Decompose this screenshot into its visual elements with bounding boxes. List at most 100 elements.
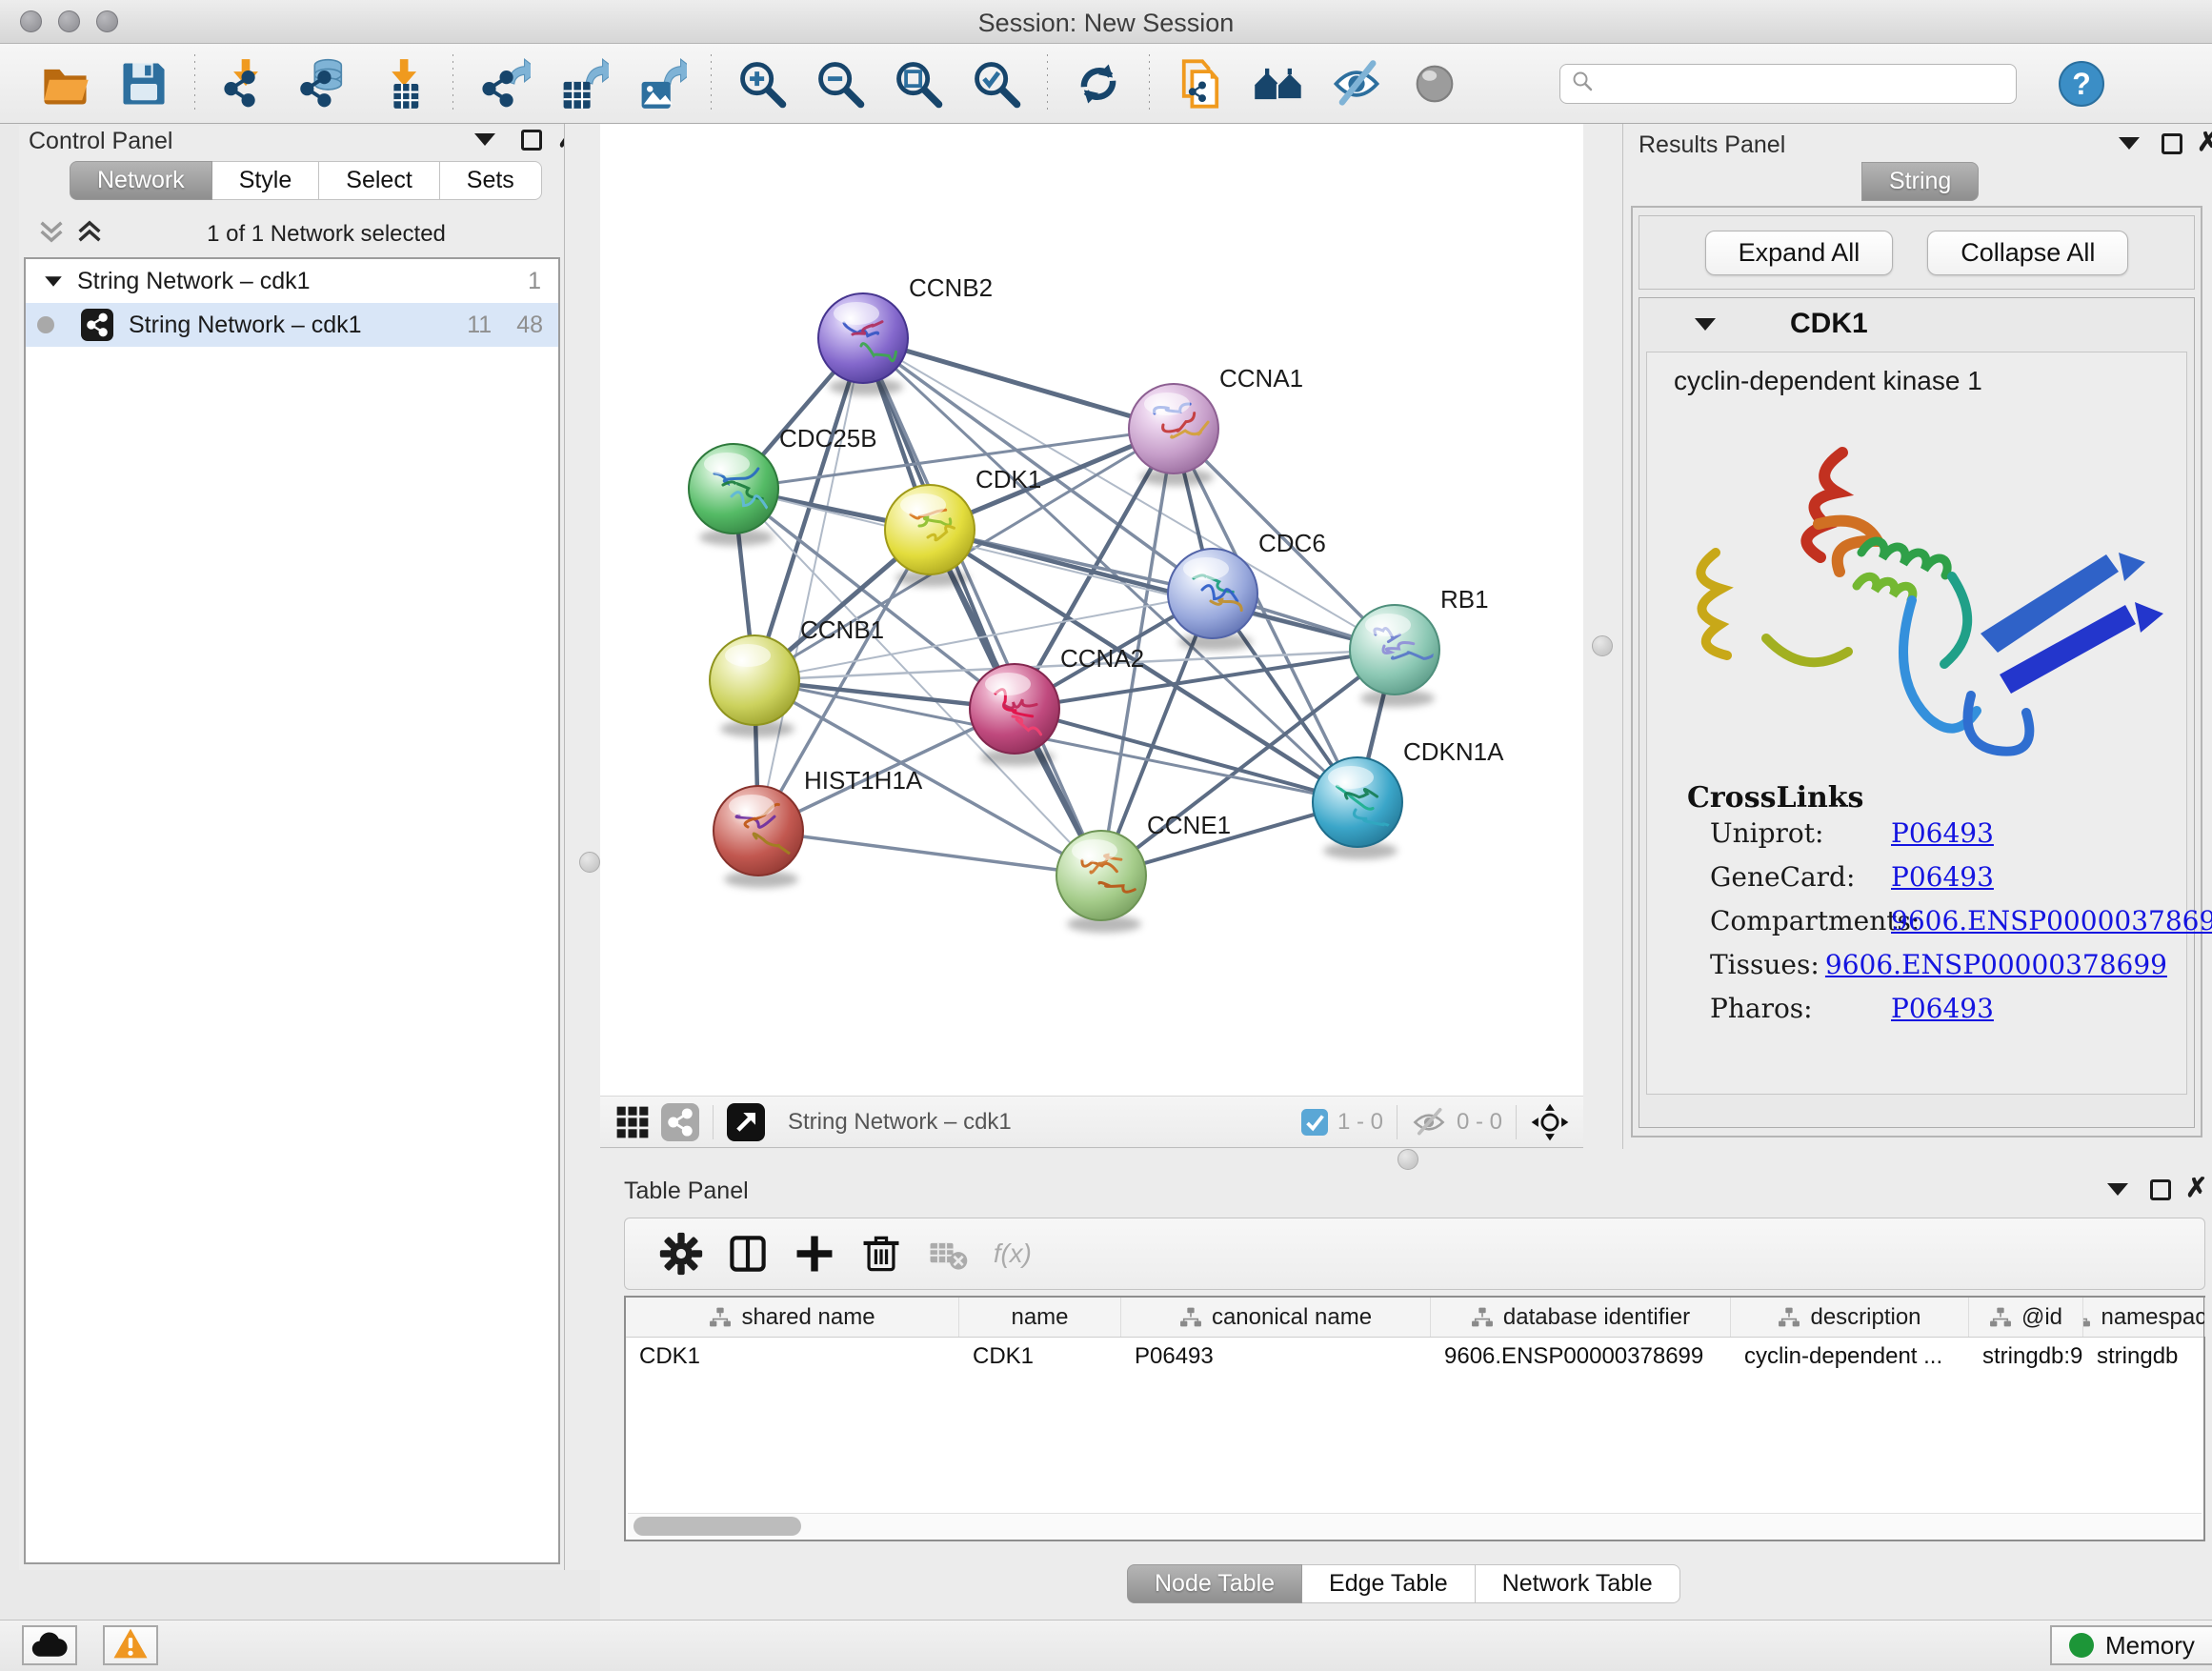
- tab-network[interactable]: Network: [70, 161, 212, 200]
- tab-edge-table[interactable]: Edge Table: [1302, 1564, 1476, 1603]
- crosslink-link[interactable]: 9606.ENSP00000378699: [1825, 949, 2167, 980]
- column-header-shared-name[interactable]: shared name: [626, 1298, 959, 1337]
- birds-eye-view-icon[interactable]: [1530, 1102, 1570, 1142]
- zoom-fit-icon[interactable]: [887, 52, 950, 115]
- cloud-status-button[interactable]: [22, 1625, 77, 1665]
- protein-card-header[interactable]: CDK1: [1639, 298, 2194, 350]
- column-header-name[interactable]: name: [959, 1298, 1121, 1337]
- left-splitter-handle[interactable]: [579, 852, 600, 873]
- grid-view-icon[interactable]: [613, 1103, 652, 1141]
- results-panel-float-icon[interactable]: [2162, 133, 2182, 154]
- collapse-all-networks-icon[interactable]: [37, 217, 66, 252]
- share-view-icon[interactable]: [661, 1103, 699, 1141]
- node-table[interactable]: shared namenamecanonical namedatabase id…: [624, 1296, 2205, 1541]
- detach-view-icon[interactable]: [727, 1103, 765, 1141]
- open-session-icon[interactable]: [34, 52, 97, 115]
- results-panel-collapse-icon[interactable]: [2119, 137, 2140, 150]
- network-node-CDC25B[interactable]: [689, 444, 778, 546]
- column-header-id[interactable]: @id: [1969, 1298, 2083, 1337]
- tab-style[interactable]: Style: [212, 161, 320, 200]
- network-node-CCNB2[interactable]: [818, 293, 908, 395]
- table-cell[interactable]: CDK1: [626, 1338, 959, 1378]
- show-graphics-details-icon[interactable]: [1403, 52, 1466, 115]
- show-columns-icon[interactable]: [720, 1226, 775, 1281]
- table-panel-close-icon[interactable]: ✗: [2185, 1178, 2207, 1198]
- memory-button[interactable]: Memory: [2050, 1625, 2212, 1665]
- selected-checkbox-icon[interactable]: [1301, 1109, 1328, 1136]
- collection-expand-icon[interactable]: [45, 276, 62, 286]
- table-panel-collapse-icon[interactable]: [2107, 1183, 2128, 1196]
- network-node-CCNE1[interactable]: [1056, 831, 1146, 933]
- table-options-gear-icon[interactable]: [654, 1226, 709, 1281]
- import-table-file-icon[interactable]: [371, 52, 433, 115]
- network-row[interactable]: String Network – cdk1 11 48: [26, 303, 558, 347]
- table-panel-float-icon[interactable]: [2150, 1179, 2171, 1200]
- export-table-icon[interactable]: [551, 52, 613, 115]
- import-network-database-icon[interactable]: [292, 52, 355, 115]
- export-network-icon[interactable]: [473, 52, 535, 115]
- table-cell[interactable]: cyclin-dependent ...: [1731, 1338, 1969, 1378]
- expand-all-networks-icon[interactable]: [75, 217, 104, 252]
- clone-network-icon[interactable]: [1169, 52, 1232, 115]
- control-panel-float-icon[interactable]: [521, 130, 542, 151]
- left-splitter[interactable]: [564, 124, 600, 1570]
- bottom-splitter-handle[interactable]: [1398, 1149, 1418, 1170]
- collapse-all-button[interactable]: Collapse All: [1927, 231, 2128, 275]
- network-collection-row[interactable]: String Network – cdk1 1: [26, 259, 558, 303]
- column-header-database-identifier[interactable]: database identifier: [1431, 1298, 1731, 1337]
- export-image-icon[interactable]: [629, 52, 692, 115]
- network-edge[interactable]: [758, 831, 1101, 876]
- tab-sets[interactable]: Sets: [440, 161, 542, 200]
- column-type-icon: [1989, 1306, 2012, 1329]
- crosslink-link[interactable]: 9606.ENSP00000378699: [1891, 905, 2212, 936]
- table-scrollbar-thumb[interactable]: [633, 1517, 801, 1536]
- results-panel-close-icon[interactable]: ✗: [2197, 131, 2212, 152]
- network-node-CCNA1[interactable]: [1129, 384, 1218, 486]
- column-header-namespace[interactable]: namespace: [2083, 1298, 2205, 1337]
- zoom-in-icon[interactable]: [731, 52, 794, 115]
- network-node-RB1[interactable]: [1350, 605, 1439, 707]
- search-input[interactable]: [1595, 67, 2016, 101]
- network-node-CDKN1A[interactable]: [1313, 757, 1402, 859]
- zoom-out-icon[interactable]: [809, 52, 872, 115]
- table-cell[interactable]: stringdb:9...: [1969, 1338, 2083, 1378]
- protein-card-collapse-icon[interactable]: [1695, 318, 1716, 331]
- network-graph[interactable]: CCNB2CCNA1CDC25BCDK1CDC6RB1CCNB1CCNA2CDK…: [600, 124, 1583, 1096]
- network-edge[interactable]: [863, 338, 1101, 876]
- network-node-CCNB1[interactable]: [710, 635, 799, 737]
- tab-node-table[interactable]: Node Table: [1127, 1564, 1302, 1603]
- help-icon[interactable]: ?: [2057, 59, 2106, 109]
- network-edge[interactable]: [758, 338, 863, 831]
- column-header-description[interactable]: description: [1731, 1298, 1969, 1337]
- network-node-HIST1H1A[interactable]: [714, 786, 803, 888]
- table-row[interactable]: CDK1CDK1P064939606.ENSP00000378699cyclin…: [626, 1338, 2203, 1378]
- hide-selected-icon[interactable]: [1325, 52, 1388, 115]
- table-cell[interactable]: 9606.ENSP00000378699: [1431, 1338, 1731, 1378]
- crosslink-link[interactable]: P06493: [1891, 993, 1994, 1024]
- window-titlebar: Session: New Session: [0, 0, 2212, 44]
- expand-all-button[interactable]: Expand All: [1705, 231, 1894, 275]
- window-title: Session: New Session: [0, 9, 2212, 38]
- crosslink-link[interactable]: P06493: [1891, 817, 1994, 849]
- zoom-selected-icon[interactable]: [965, 52, 1028, 115]
- tab-select[interactable]: Select: [319, 161, 439, 200]
- table-cell[interactable]: CDK1: [959, 1338, 1121, 1378]
- warnings-button[interactable]: [103, 1625, 158, 1665]
- crosslink-link[interactable]: P06493: [1891, 861, 1994, 893]
- table-cell[interactable]: P06493: [1121, 1338, 1431, 1378]
- home-icon[interactable]: [1247, 52, 1310, 115]
- network-node-CDK1[interactable]: [885, 485, 975, 587]
- network-canvas[interactable]: CCNB2CCNA1CDC25BCDK1CDC6RB1CCNB1CCNA2CDK…: [600, 124, 1583, 1096]
- column-header-canonical-name[interactable]: canonical name: [1121, 1298, 1431, 1337]
- add-column-icon[interactable]: [787, 1226, 842, 1281]
- tab-network-table[interactable]: Network Table: [1476, 1564, 1680, 1603]
- control-panel-collapse-icon[interactable]: [474, 133, 495, 146]
- tab-string[interactable]: String: [1861, 162, 1979, 201]
- refresh-icon[interactable]: [1067, 52, 1130, 115]
- table-cell[interactable]: stringdb: [2083, 1338, 2205, 1378]
- delete-column-icon[interactable]: [854, 1226, 909, 1281]
- right-splitter-handle[interactable]: [1592, 635, 1613, 656]
- table-horizontal-scrollbar[interactable]: [628, 1513, 2202, 1538]
- save-session-icon[interactable]: [112, 52, 175, 115]
- import-network-file-icon[interactable]: [214, 52, 277, 115]
